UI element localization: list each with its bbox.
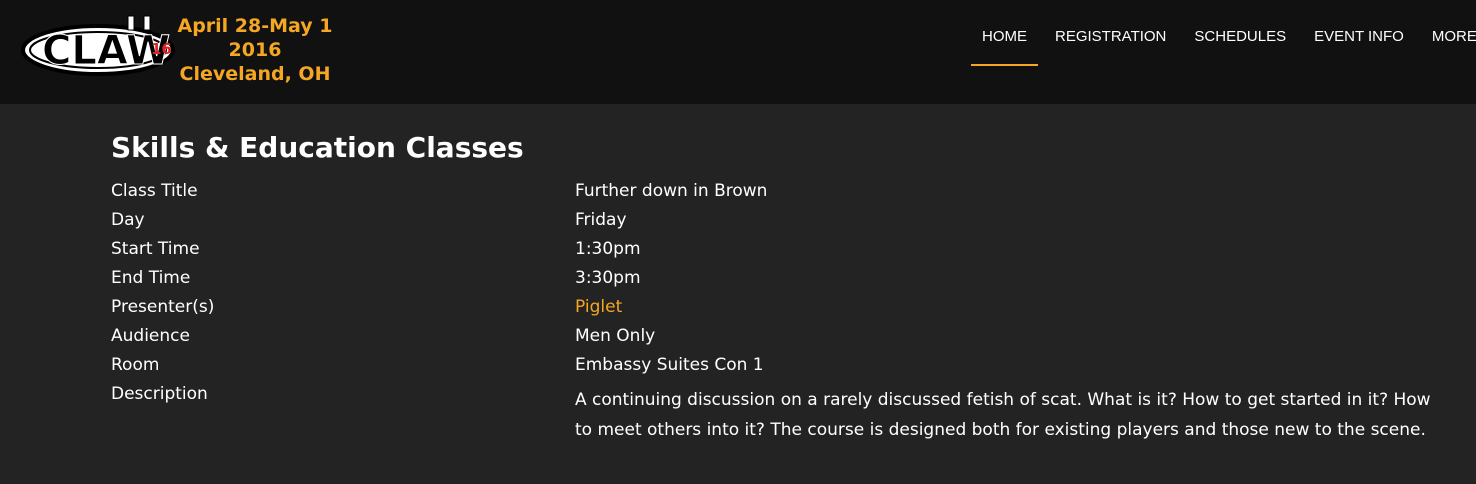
audience-label: Audience — [111, 326, 190, 346]
detail-row-description: Description A continuing discussion on a… — [111, 380, 1461, 445]
nav-event-info[interactable]: EVENT INFO — [1300, 0, 1418, 66]
detail-row-end-time: End Time 3:30pm — [111, 264, 1461, 293]
claw-logo[interactable]: CLAW 16 April 28-May 1 2016 Cleveland, O… — [20, 12, 340, 92]
description-label: Description — [111, 384, 208, 404]
site-header: CLAW 16 April 28-May 1 2016 Cleveland, O… — [0, 0, 1476, 104]
audience-value: Men Only — [575, 326, 656, 346]
detail-row-audience: Audience Men Only — [111, 322, 1461, 351]
description-value: A continuing discussion on a rarely disc… — [575, 390, 1431, 440]
detail-row-day: Day Friday — [111, 206, 1461, 235]
detail-row-presenter: Presenter(s) Piglet — [111, 293, 1461, 322]
main-nav: HOME REGISTRATION SCHEDULES EVENT INFO M… — [968, 0, 1476, 104]
nav-registration[interactable]: REGISTRATION — [1041, 0, 1180, 66]
detail-row-room: Room Embassy Suites Con 1 — [111, 351, 1461, 380]
detail-row-class-title: Class Title Further down in Brown — [111, 177, 1461, 206]
nav-schedules[interactable]: SCHEDULES — [1180, 0, 1300, 66]
class-title-label: Class Title — [111, 181, 198, 201]
main-content: Skills & Education Classes Class Title F… — [111, 126, 1461, 445]
end-time-label: End Time — [111, 268, 191, 288]
logo-event-info: April 28-May 1 2016 Cleveland, OH — [160, 14, 350, 86]
day-value: Friday — [575, 210, 627, 230]
page-title: Skills & Education Classes — [111, 131, 524, 164]
start-time-value: 1:30pm — [575, 239, 641, 259]
room-label: Room — [111, 355, 160, 375]
detail-row-start-time: Start Time 1:30pm — [111, 235, 1461, 264]
logo-location: Cleveland, OH — [179, 63, 331, 85]
claw-logo-mark: CLAW 16 — [21, 15, 175, 76]
end-time-value: 3:30pm — [575, 268, 641, 288]
presenter-link[interactable]: Piglet — [575, 293, 1451, 322]
start-time-label: Start Time — [111, 239, 200, 259]
room-value: Embassy Suites Con 1 — [575, 355, 764, 375]
day-label: Day — [111, 210, 145, 230]
logo-year: 2016 — [228, 39, 282, 61]
nav-more[interactable]: MORE — [1418, 0, 1476, 66]
logo-dates: April 28-May 1 — [177, 15, 333, 37]
presenter-label: Presenter(s) — [111, 297, 215, 317]
class-title-value: Further down in Brown — [575, 181, 768, 201]
nav-home[interactable]: HOME — [968, 0, 1041, 66]
